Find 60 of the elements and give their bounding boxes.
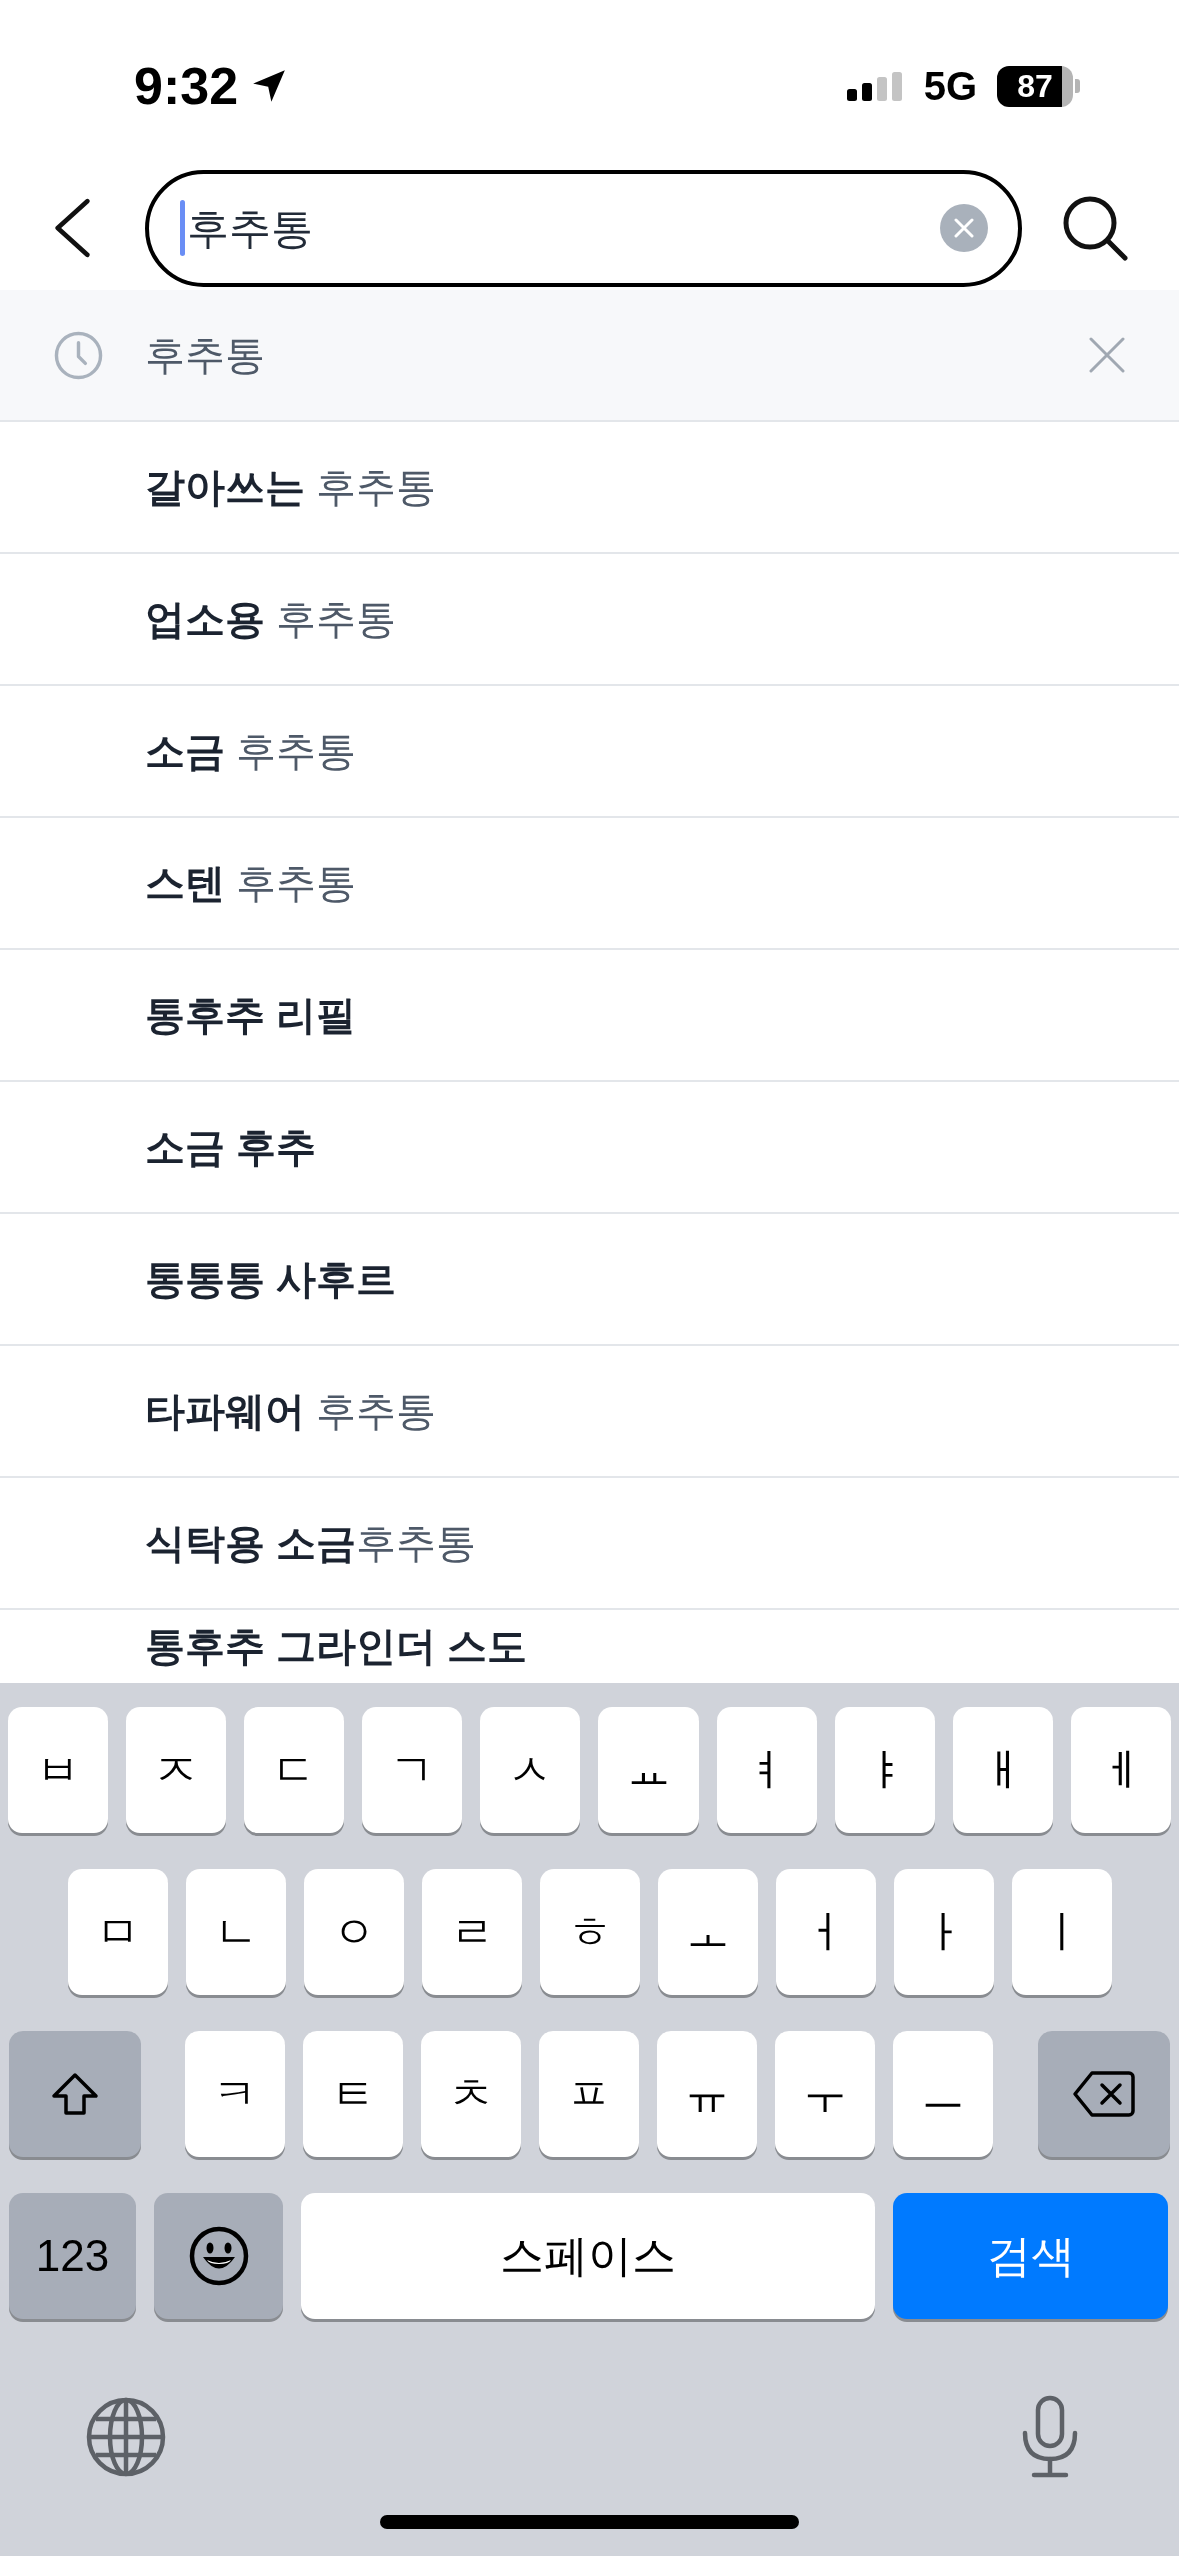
keyboard-key[interactable]: ㅡ — [893, 2031, 993, 2157]
keyboard-key[interactable]: ㅋ — [185, 2031, 285, 2157]
keyboard-key[interactable]: ㅣ — [1011, 1869, 1112, 1995]
keyboard-key[interactable]: ㄴ — [185, 1869, 286, 1995]
suggestion-item[interactable]: 소금 후추통 — [0, 686, 1179, 818]
keyboard-key[interactable]: ㅅ — [480, 1707, 581, 1833]
microphone-icon — [1020, 2395, 1080, 2479]
keyboard-key[interactable]: ㅎ — [539, 1869, 640, 1995]
keyboard-key[interactable]: ㅈ — [126, 1707, 227, 1833]
suggestion-item[interactable]: 스텐 후추통 — [0, 818, 1179, 950]
close-icon — [954, 218, 974, 238]
clock-icon — [54, 330, 103, 380]
keyboard-key[interactable]: ㄱ — [362, 1707, 463, 1833]
keyboard-key[interactable]: ㅔ — [1070, 1707, 1171, 1833]
keyboard-key[interactable]: ㅗ — [657, 1869, 758, 1995]
keyboard-key[interactable]: ㅊ — [421, 2031, 521, 2157]
shift-arrow-icon — [51, 2072, 99, 2116]
keyboard-key[interactable]: ㅏ — [893, 1869, 994, 1995]
close-icon — [1089, 337, 1125, 373]
microphone-button[interactable] — [1020, 2395, 1080, 2479]
keyboard-key[interactable]: ㅓ — [775, 1869, 876, 1995]
keyboard-key[interactable]: ㅑ — [834, 1707, 935, 1833]
keyboard-key[interactable]: ㅜ — [775, 2031, 875, 2157]
suggestion-item[interactable]: 통통통 사후르 — [0, 1214, 1179, 1346]
recent-search-item[interactable]: 후추통 — [0, 290, 1179, 422]
network-type: 5G — [923, 66, 977, 106]
search-icon — [1062, 195, 1128, 261]
keyboard-key[interactable]: ㅁ — [67, 1869, 168, 1995]
suggestion-item[interactable]: 식탁용 소금후추통 — [0, 1478, 1179, 1610]
battery-indicator: 87 — [997, 65, 1080, 107]
keyboard-key[interactable]: ㄷ — [244, 1707, 345, 1833]
emoji-key[interactable] — [154, 2193, 283, 2319]
search-key[interactable]: 검색 — [893, 2193, 1168, 2319]
suggestion-item[interactable]: 통후추 그라인더 스도 — [0, 1610, 1179, 1681]
globe-icon — [86, 2397, 166, 2477]
keyboard-key[interactable]: ㅠ — [657, 2031, 757, 2157]
keyboard-key[interactable]: ㅕ — [716, 1707, 817, 1833]
keyboard-key[interactable]: ㅍ — [539, 2031, 639, 2157]
search-field[interactable]: 후추통 — [145, 169, 1022, 287]
backspace-icon — [1072, 2070, 1136, 2118]
keyboard-key[interactable]: ㄹ — [421, 1869, 522, 1995]
chevron-left-icon — [53, 197, 91, 259]
signal-strength-icon — [846, 71, 904, 101]
suggestion-item[interactable]: 통후추 리필 — [0, 950, 1179, 1082]
smiley-icon — [188, 2226, 249, 2286]
shift-key[interactable] — [9, 2031, 141, 2157]
suggestion-item[interactable]: 갈아쓰는 후추통 — [0, 422, 1179, 554]
suggestion-item[interactable]: 업소용 후추통 — [0, 554, 1179, 686]
globe-button[interactable] — [86, 2397, 166, 2477]
keyboard-key[interactable]: ㅂ — [8, 1707, 109, 1833]
space-key[interactable]: 스페이스 — [301, 2193, 875, 2319]
keyboard-key[interactable]: ㅛ — [598, 1707, 699, 1833]
number-key[interactable]: 123 — [9, 2193, 136, 2319]
delete-key[interactable] — [1038, 2031, 1170, 2157]
suggestion-item[interactable]: 소금 후추 — [0, 1082, 1179, 1214]
keyboard-key[interactable]: ㅐ — [952, 1707, 1053, 1833]
keyboard-key[interactable]: ㅇ — [303, 1869, 404, 1995]
status-time: 9:32 — [134, 60, 239, 112]
suggestion-item[interactable]: 타파웨어 후추통 — [0, 1346, 1179, 1478]
keyboard-key[interactable]: ㅌ — [303, 2031, 403, 2157]
